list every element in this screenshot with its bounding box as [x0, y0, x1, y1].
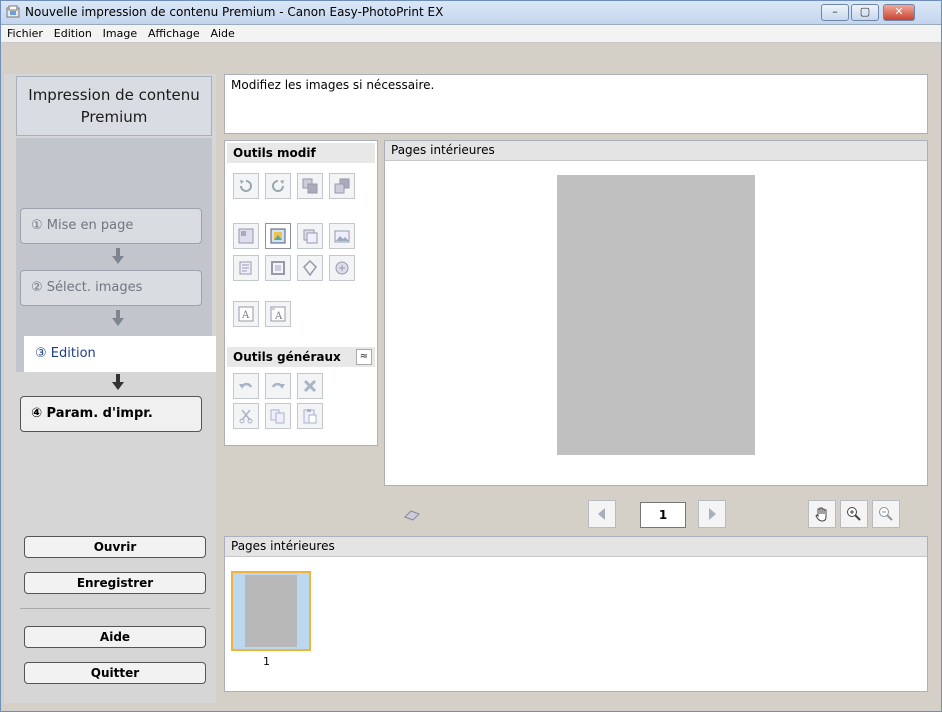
app-icon	[6, 5, 20, 18]
menu-bar: Fichier Edition Image Affichage Aide	[1, 25, 941, 43]
thumbnail-panel: Pages intérieures 1	[224, 536, 928, 692]
instruction-text: Modifiez les images si nécessaire.	[231, 78, 435, 92]
image-adjust-icon[interactable]	[329, 223, 355, 249]
add-text-icon[interactable]: A	[233, 301, 259, 327]
page-preview[interactable]	[557, 175, 755, 455]
sidebar-title: Impression de contenu Premium	[16, 76, 212, 136]
svg-text:A: A	[274, 311, 283, 322]
next-page-button[interactable]	[698, 500, 726, 528]
copy-icon[interactable]	[265, 403, 291, 429]
menu-fichier[interactable]: Fichier	[4, 25, 46, 43]
close-button[interactable]: ✕	[883, 4, 915, 21]
send-back-icon[interactable]	[329, 173, 355, 199]
rotate-right-icon[interactable]	[265, 173, 291, 199]
undo-icon[interactable]	[233, 373, 259, 399]
layout-icon[interactable]	[233, 223, 259, 249]
preview-panel: Pages intérieures	[384, 140, 928, 486]
frame-icon[interactable]	[265, 255, 291, 281]
thumbnail-label: 1	[263, 655, 270, 668]
rotate-left-icon[interactable]	[233, 173, 259, 199]
paste-icon[interactable]	[297, 403, 323, 429]
step-mise-en-page[interactable]: ① Mise en page	[20, 208, 202, 244]
step-select-images[interactable]: ② Sélect. images	[20, 270, 202, 306]
page-number[interactable]: 1	[640, 502, 686, 528]
preview-header: Pages intérieures	[385, 141, 927, 161]
title-bar: Nouvelle impression de contenu Premium -…	[1, 1, 941, 25]
quit-button[interactable]: Quitter	[24, 662, 206, 684]
thumbnail-image	[245, 575, 297, 647]
thumbnail-header: Pages intérieures	[225, 537, 927, 557]
menu-affichage[interactable]: Affichage	[145, 25, 203, 43]
prev-page-button[interactable]	[588, 500, 616, 528]
shape-icon[interactable]	[297, 255, 323, 281]
svg-text:A: A	[241, 310, 250, 321]
vertical-text-icon[interactable]: A	[265, 301, 291, 327]
menu-image[interactable]: Image	[100, 25, 140, 43]
zoom-out-icon[interactable]	[872, 500, 900, 528]
image-copy-icon[interactable]	[297, 223, 323, 249]
text-box-icon[interactable]	[233, 255, 259, 281]
minimize-button[interactable]: –	[821, 4, 849, 21]
image-select-icon[interactable]	[265, 223, 291, 249]
tools-panel: Outils modif A A Outils généraux ≈	[224, 140, 378, 446]
zoom-in-icon[interactable]	[840, 500, 868, 528]
delete-icon[interactable]	[297, 373, 323, 399]
general-tools-header: Outils généraux ≈	[227, 347, 375, 367]
instruction-area: Modifiez les images si nécessaire.	[224, 74, 928, 134]
step-param-impr[interactable]: ④ Param. d'impr.	[20, 396, 202, 432]
page-thumbnail[interactable]	[231, 571, 311, 651]
layout-tool-icon[interactable]	[398, 500, 426, 528]
arrow-down-icon	[112, 374, 124, 390]
window-title: Nouvelle impression de contenu Premium -…	[25, 5, 444, 19]
maximize-button[interactable]: ▢	[851, 4, 879, 21]
hand-icon[interactable]	[808, 500, 836, 528]
help-button[interactable]: Aide	[24, 626, 206, 648]
menu-edition[interactable]: Edition	[51, 25, 95, 43]
collapse-icon[interactable]: ≈	[356, 349, 372, 365]
general-tools-label: Outils généraux	[233, 350, 341, 364]
arrow-down-icon	[112, 310, 124, 326]
save-button[interactable]: Enregistrer	[24, 572, 206, 594]
open-button[interactable]: Ouvrir	[24, 536, 206, 558]
edit-tools-header: Outils modif	[227, 143, 375, 163]
sidebar-divider	[20, 608, 210, 609]
effects-icon[interactable]	[329, 255, 355, 281]
redo-icon[interactable]	[265, 373, 291, 399]
cut-icon[interactable]	[233, 403, 259, 429]
bring-front-icon[interactable]	[297, 173, 323, 199]
menu-aide[interactable]: Aide	[207, 25, 237, 43]
arrow-down-icon	[112, 248, 124, 264]
step-edition[interactable]: ③ Edition	[24, 336, 216, 372]
